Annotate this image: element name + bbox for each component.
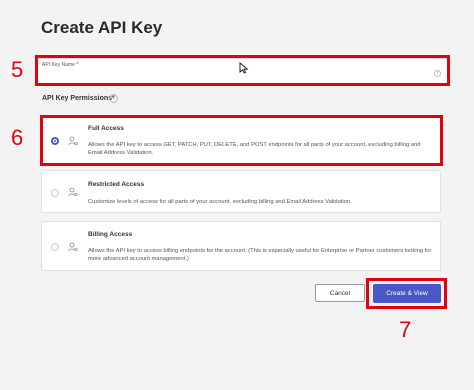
person-gear-icon <box>68 187 78 197</box>
step-number-5: 5 <box>11 57 24 82</box>
person-gear-icon <box>68 242 78 252</box>
permissions-info-icon[interactable]: i <box>109 94 118 103</box>
option-billing-access[interactable]: Billing Access Allows the API key to acc… <box>41 221 441 271</box>
option-description: Allows the API key to access billing end… <box>88 248 432 262</box>
highlight-box-api-key-name <box>35 55 450 86</box>
step-number-7: 7 <box>399 317 412 342</box>
step-number-6: 6 <box>11 125 24 150</box>
radio-billing-access[interactable] <box>51 243 59 251</box>
option-description: Customize levels of access for all parts… <box>88 199 352 205</box>
radio-restricted-access[interactable] <box>51 189 59 197</box>
option-title: Restricted Access <box>88 181 145 188</box>
cancel-button[interactable]: Cancel <box>315 284 365 302</box>
option-title: Billing Access <box>88 231 133 238</box>
highlight-box-create-button <box>366 278 447 309</box>
page-title: Create API Key <box>41 18 163 37</box>
api-key-permissions-label: API Key Permissions* <box>42 95 115 102</box>
option-restricted-access[interactable]: Restricted Access Customize levels of ac… <box>41 170 441 213</box>
highlight-box-full-access <box>40 115 443 166</box>
